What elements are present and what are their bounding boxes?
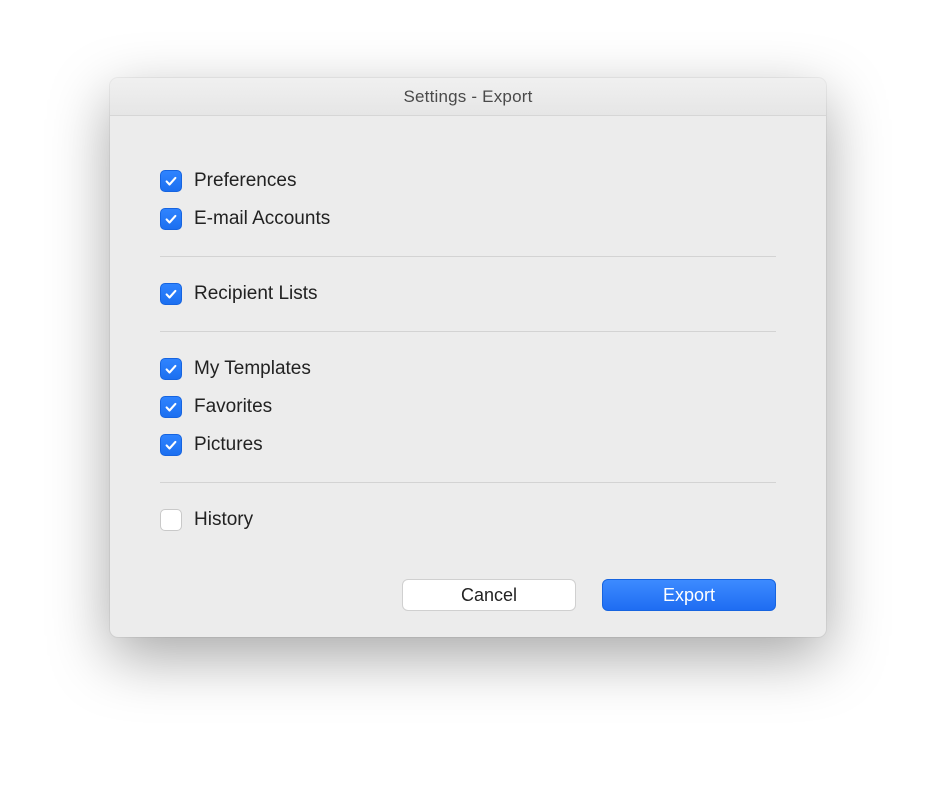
check-icon (164, 400, 178, 414)
checkbox-row-favorites[interactable]: Favorites (160, 388, 776, 426)
dialog-title: Settings - Export (403, 87, 532, 107)
checkbox-history[interactable] (160, 509, 182, 531)
group-recipients: Recipient Lists (160, 267, 776, 321)
export-button[interactable]: Export (602, 579, 776, 611)
check-icon (164, 287, 178, 301)
checkbox-label-recipient-lists: Recipient Lists (194, 283, 318, 305)
cancel-button[interactable]: Cancel (402, 579, 576, 611)
check-icon (164, 438, 178, 452)
checkbox-label-favorites: Favorites (194, 396, 272, 418)
checkbox-pictures[interactable] (160, 434, 182, 456)
checkbox-row-recipient-lists[interactable]: Recipient Lists (160, 275, 776, 313)
checkbox-row-preferences[interactable]: Preferences (160, 162, 776, 200)
checkbox-email-accounts[interactable] (160, 208, 182, 230)
checkbox-label-email-accounts: E-mail Accounts (194, 208, 330, 230)
checkbox-row-history[interactable]: History (160, 501, 776, 539)
checkbox-my-templates[interactable] (160, 358, 182, 380)
check-icon (164, 362, 178, 376)
checkbox-row-my-templates[interactable]: My Templates (160, 350, 776, 388)
checkbox-preferences[interactable] (160, 170, 182, 192)
group-templates: My Templates Favorites Pictures (160, 342, 776, 472)
checkbox-favorites[interactable] (160, 396, 182, 418)
group-history: History (160, 493, 776, 547)
titlebar: Settings - Export (110, 78, 826, 116)
export-settings-dialog: Settings - Export Preferences E-mail Acc… (110, 78, 826, 637)
checkbox-label-preferences: Preferences (194, 170, 296, 192)
dialog-content: Preferences E-mail Accounts Recipient Li… (110, 116, 826, 637)
checkbox-label-pictures: Pictures (194, 434, 263, 456)
check-icon (164, 174, 178, 188)
checkbox-label-my-templates: My Templates (194, 358, 311, 380)
checkbox-row-pictures[interactable]: Pictures (160, 426, 776, 464)
checkbox-recipient-lists[interactable] (160, 283, 182, 305)
check-icon (164, 212, 178, 226)
divider (160, 331, 776, 332)
checkbox-row-email-accounts[interactable]: E-mail Accounts (160, 200, 776, 238)
divider (160, 482, 776, 483)
divider (160, 256, 776, 257)
checkbox-label-history: History (194, 509, 253, 531)
group-general: Preferences E-mail Accounts (160, 154, 776, 246)
button-bar: Cancel Export (160, 547, 776, 611)
